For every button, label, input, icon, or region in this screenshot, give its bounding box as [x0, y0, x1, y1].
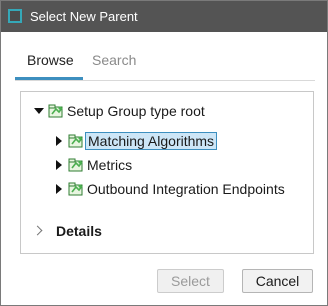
window-icon: [8, 9, 22, 23]
tree-node-label: Metrics: [87, 157, 133, 173]
setup-group-icon: [68, 158, 83, 172]
setup-group-icon: [48, 104, 63, 118]
setup-group-icon: [68, 182, 83, 196]
details-expander[interactable]: Details: [34, 223, 102, 239]
tree-node-outbound-integration-endpoints[interactable]: Outbound Integration Endpoints: [53, 178, 285, 200]
tree-node-matching-algorithms[interactable]: Matching Algorithms: [53, 130, 218, 152]
tree-node-metrics[interactable]: Metrics: [53, 154, 132, 176]
expand-arrow-icon[interactable]: [53, 183, 65, 195]
tree-node-label: Setup Group type root: [67, 103, 205, 119]
tree-node-label: Matching Algorithms: [85, 132, 218, 150]
tab-bar: Browse Search: [15, 45, 315, 79]
cancel-button[interactable]: Cancel: [242, 269, 313, 293]
expand-arrow-icon[interactable]: [53, 135, 65, 147]
chevron-right-icon: [34, 226, 44, 236]
collapse-arrow-icon[interactable]: [33, 105, 45, 117]
select-button[interactable]: Select: [157, 269, 224, 293]
tab-browse[interactable]: Browse: [27, 52, 74, 68]
details-label: Details: [56, 223, 102, 239]
expand-arrow-icon[interactable]: [53, 159, 65, 171]
tab-search[interactable]: Search: [92, 52, 136, 68]
dialog-title: Select New Parent: [30, 9, 138, 24]
setup-group-icon: [68, 134, 83, 148]
tree-node-root[interactable]: Setup Group type root: [33, 100, 205, 122]
title-bar[interactable]: Select New Parent: [1, 1, 327, 32]
tree-node-label: Outbound Integration Endpoints: [87, 181, 285, 197]
tab-divider: [15, 80, 315, 81]
select-new-parent-dialog: Select New Parent Browse Search Setup Gr…: [0, 0, 328, 306]
